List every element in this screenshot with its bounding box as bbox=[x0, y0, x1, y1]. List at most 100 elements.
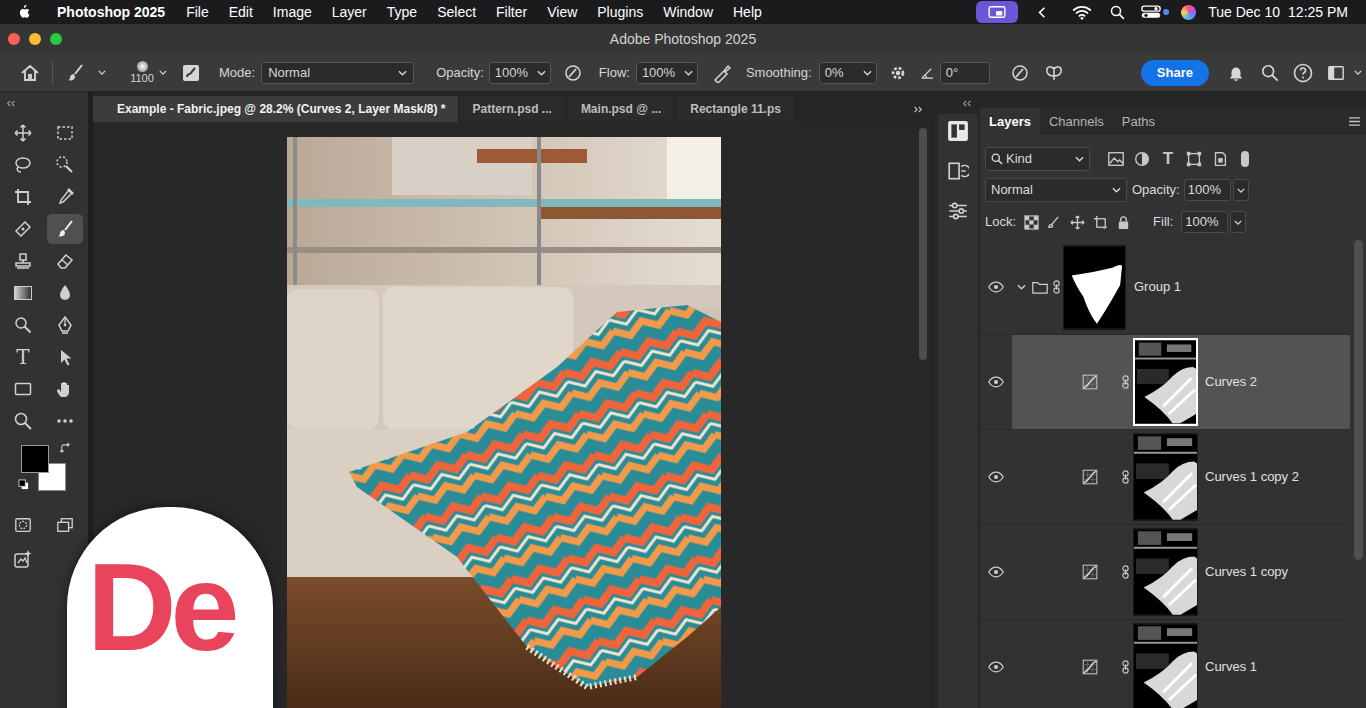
plugin-icon[interactable] bbox=[947, 120, 969, 142]
filter-smart-object-icon[interactable] bbox=[1211, 150, 1229, 168]
chevron-down-icon[interactable] bbox=[98, 70, 106, 75]
home-icon[interactable] bbox=[20, 63, 40, 83]
gear-icon[interactable] bbox=[889, 64, 907, 82]
filter-toggle-icon[interactable] bbox=[1241, 151, 1249, 167]
curves-adjustment-icon[interactable] bbox=[1082, 659, 1098, 675]
layer-name[interactable]: Group 1 bbox=[1134, 277, 1181, 297]
help-icon[interactable] bbox=[1293, 63, 1313, 83]
layers-scrollbar[interactable] bbox=[1354, 240, 1363, 560]
screen-share-icon[interactable] bbox=[976, 1, 1018, 23]
search-icon[interactable] bbox=[1110, 5, 1125, 20]
visibility-toggle[interactable] bbox=[980, 430, 1012, 524]
layer-mask-thumbnail[interactable] bbox=[1133, 623, 1198, 708]
rectangle-tool[interactable] bbox=[2, 373, 44, 405]
layer-name[interactable]: Curves 2 bbox=[1205, 372, 1257, 392]
layer-body[interactable]: Group 1 bbox=[1012, 240, 1350, 334]
menu-item[interactable]: Help bbox=[733, 2, 762, 23]
share-button[interactable]: Share bbox=[1141, 60, 1209, 86]
pressure-opacity-icon[interactable] bbox=[563, 63, 583, 83]
more-tabs-icon[interactable] bbox=[913, 106, 923, 113]
mode-dropdown[interactable]: Normal bbox=[261, 62, 414, 84]
layer-row[interactable]: Curves 1 copy 2 bbox=[980, 430, 1350, 525]
color-swatches[interactable] bbox=[18, 443, 78, 501]
layer-row[interactable]: Curves 1 copy bbox=[980, 525, 1350, 620]
link-icon[interactable] bbox=[1122, 565, 1129, 579]
clock-time[interactable]: 12:25 PM bbox=[1288, 2, 1348, 23]
lock-pixels-icon[interactable] bbox=[1047, 215, 1062, 230]
layer-opacity-dropdown[interactable] bbox=[1233, 179, 1249, 201]
menu-item[interactable]: Window bbox=[663, 2, 713, 23]
menu-item[interactable]: Filter bbox=[496, 2, 527, 23]
blend-mode-dropdown[interactable]: Normal bbox=[985, 178, 1127, 202]
menu-item[interactable]: Select bbox=[437, 2, 476, 23]
healing-tool[interactable] bbox=[2, 213, 44, 245]
smoothing-field[interactable]: 0% bbox=[819, 62, 877, 84]
collapse-chevron-icon[interactable] bbox=[1014, 284, 1028, 290]
workspace-icon[interactable] bbox=[1326, 64, 1346, 82]
brush-tool-icon[interactable] bbox=[65, 63, 85, 83]
eraser-tool[interactable] bbox=[44, 245, 86, 277]
layer-body[interactable]: Curves 1 copy 2 bbox=[1012, 430, 1350, 524]
fill-dropdown[interactable] bbox=[1230, 211, 1246, 233]
layer-mask-thumbnail[interactable] bbox=[1133, 433, 1198, 521]
eye-icon[interactable] bbox=[988, 469, 1004, 485]
layer-row[interactable]: Group 1 bbox=[980, 240, 1350, 335]
eyedropper-tool[interactable] bbox=[44, 181, 86, 213]
crop-tool[interactable] bbox=[2, 181, 44, 213]
minimize-button[interactable] bbox=[29, 33, 41, 45]
chevron-down-icon[interactable] bbox=[159, 70, 167, 75]
filter-type-icon[interactable]: T bbox=[1159, 150, 1177, 167]
curves-adjustment-icon[interactable] bbox=[1082, 469, 1098, 485]
visibility-toggle[interactable] bbox=[980, 620, 1012, 708]
filter-kind-dropdown[interactable]: Kind bbox=[985, 147, 1090, 171]
gradient-tool[interactable] bbox=[2, 277, 44, 309]
chevron-left-icon[interactable] bbox=[1038, 6, 1046, 19]
menu-item[interactable]: View bbox=[547, 2, 577, 23]
menu-item[interactable]: Layer bbox=[332, 2, 367, 23]
layer-mask-thumbnail[interactable] bbox=[1133, 338, 1198, 426]
document-tab[interactable]: Rectangle 11.ps bbox=[676, 96, 796, 122]
document-tab[interactable]: Example - Fabric.jpeg @ 28.2% (Curves 2,… bbox=[93, 96, 459, 122]
angle-field[interactable]: 0° bbox=[940, 62, 990, 84]
filter-shape-icon[interactable] bbox=[1185, 150, 1203, 168]
siri-icon[interactable] bbox=[1181, 5, 1196, 20]
zoom-button[interactable] bbox=[50, 33, 62, 45]
eye-icon[interactable] bbox=[988, 374, 1004, 390]
panel-tab[interactable]: Layers bbox=[980, 108, 1040, 135]
menu-item[interactable]: Image bbox=[273, 2, 312, 23]
status-dot-icon[interactable] bbox=[1163, 9, 1169, 15]
control-center-icon[interactable] bbox=[1141, 5, 1161, 19]
lock-transparency-icon[interactable] bbox=[1024, 215, 1039, 230]
more-tools[interactable] bbox=[44, 405, 86, 437]
layer-name[interactable]: Curves 1 copy bbox=[1205, 562, 1288, 582]
panel-tab[interactable]: Channels bbox=[1040, 108, 1113, 135]
airbrush-icon[interactable] bbox=[712, 63, 732, 83]
layer-mask-thumbnail[interactable] bbox=[1133, 528, 1198, 616]
foreground-color[interactable] bbox=[21, 445, 49, 473]
link-icon[interactable] bbox=[1122, 375, 1129, 389]
move-tool[interactable] bbox=[2, 117, 44, 149]
lasso-tool[interactable] bbox=[2, 149, 44, 181]
generative-button[interactable] bbox=[2, 541, 44, 577]
adjustments-icon[interactable] bbox=[947, 200, 969, 222]
hand-tool[interactable] bbox=[44, 373, 86, 405]
menu-item[interactable]: File bbox=[186, 2, 209, 23]
close-button[interactable] bbox=[8, 33, 20, 45]
layer-name[interactable]: Curves 1 bbox=[1205, 657, 1257, 677]
layer-body[interactable]: Curves 1 bbox=[1012, 620, 1350, 708]
link-icon[interactable] bbox=[1053, 280, 1060, 294]
link-icon[interactable] bbox=[1122, 470, 1129, 484]
filter-pixel-icon[interactable] bbox=[1107, 150, 1125, 168]
chevron-down-icon[interactable] bbox=[1354, 70, 1362, 75]
zoom-tool[interactable] bbox=[2, 405, 44, 437]
layer-body[interactable]: Curves 1 copy bbox=[1012, 525, 1350, 619]
layer-body[interactable]: Curves 2 bbox=[1012, 335, 1350, 429]
bell-icon[interactable] bbox=[1227, 64, 1245, 82]
expand-panels-icon[interactable] bbox=[962, 100, 972, 107]
curves-adjustment-icon[interactable] bbox=[1082, 374, 1098, 390]
eye-icon[interactable] bbox=[988, 564, 1004, 580]
layer-row[interactable]: Curves 2 bbox=[980, 335, 1350, 430]
quick-mask-button[interactable] bbox=[2, 509, 44, 541]
visibility-toggle[interactable] bbox=[980, 525, 1012, 619]
blur-tool[interactable] bbox=[44, 277, 86, 309]
